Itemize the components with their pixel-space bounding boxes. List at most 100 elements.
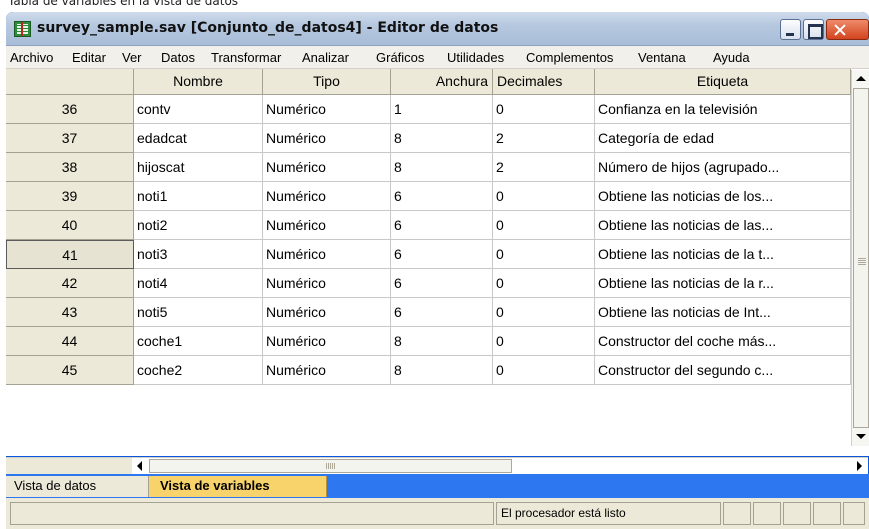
cell-nombre[interactable]: hijoscat [134,153,263,182]
cell-anchura[interactable]: 1 [391,95,493,124]
cell-tipo[interactable]: Numérico [263,182,391,211]
menu-ventana[interactable]: Ventana [638,50,686,65]
row-number[interactable]: 41 [6,240,134,269]
cell-etiqueta[interactable]: Constructor del coche más... [595,327,851,356]
cell-anchura[interactable]: 6 [391,269,493,298]
cell-anchura[interactable]: 6 [391,298,493,327]
row-number[interactable]: 45 [6,356,134,385]
row-number[interactable]: 40 [6,211,134,240]
cell-tipo[interactable]: Numérico [263,298,391,327]
cell-tipo[interactable]: Numérico [263,240,391,269]
cell-anchura[interactable]: 8 [391,356,493,385]
cell-etiqueta[interactable]: Confianza en la televisión [595,95,851,124]
cell-anchura[interactable]: 8 [391,153,493,182]
column-header-decimales[interactable]: Decimales [493,69,595,95]
close-button[interactable] [826,19,869,40]
column-header-nombre[interactable]: Nombre [134,69,263,95]
cell-anchura[interactable]: 6 [391,240,493,269]
cell-tipo[interactable]: Numérico [263,124,391,153]
cell-anchura[interactable]: 8 [391,327,493,356]
row-number[interactable]: 38 [6,153,134,182]
cell-tipo[interactable]: Numérico [263,356,391,385]
scroll-up-arrow-icon[interactable] [853,71,869,87]
cell-nombre[interactable]: noti3 [134,240,263,269]
cell-tipo[interactable]: Numérico [263,95,391,124]
variable-grid: Nombre Tipo Anchura Decimales Etiqueta 3… [6,69,869,456]
cell-anchura[interactable]: 6 [391,211,493,240]
cell-decimales[interactable]: 0 [493,327,595,356]
menu-transformar[interactable]: Transformar [211,50,281,65]
cell-decimales[interactable]: 0 [493,356,595,385]
status-pane-3 [783,502,811,525]
corner-header[interactable] [6,69,134,95]
scroll-right-arrow-icon[interactable] [852,459,866,473]
horizontal-scrollbar[interactable] [132,457,868,474]
cell-tipo[interactable]: Numérico [263,211,391,240]
menu-ayuda[interactable]: Ayuda [713,50,750,65]
horizontal-scroll-thumb[interactable] [149,459,512,473]
menu-editar[interactable]: Editar [72,50,106,65]
cell-tipo[interactable]: Numérico [263,153,391,182]
status-pane-2 [753,502,781,525]
cell-anchura[interactable]: 8 [391,124,493,153]
column-header-etiqueta[interactable]: Etiqueta [595,69,851,95]
column-header-tipo[interactable]: Tipo [263,69,391,95]
cell-etiqueta[interactable]: Obtiene las noticias de las... [595,211,851,240]
horizontal-scroll-spacer [6,457,132,474]
menu-analizar[interactable]: Analizar [302,50,349,65]
grip-icon [858,257,866,265]
status-pane-4 [813,502,841,525]
cell-nombre[interactable]: noti2 [134,211,263,240]
menu-complementos[interactable]: Complementos [526,50,613,65]
cell-etiqueta[interactable]: Obtiene las noticias de los... [595,182,851,211]
cell-nombre[interactable]: noti5 [134,298,263,327]
cell-tipo[interactable]: Numérico [263,327,391,356]
tab-vista-de-datos[interactable]: Vista de datos [6,476,149,497]
maximize-button[interactable] [803,19,824,40]
cell-nombre[interactable]: contv [134,95,263,124]
cell-nombre[interactable]: noti4 [134,269,263,298]
cell-decimales[interactable]: 0 [493,211,595,240]
scroll-down-arrow-icon[interactable] [853,428,869,444]
cell-decimales[interactable]: 2 [493,153,595,182]
menu-ver[interactable]: Ver [122,50,142,65]
status-pane-processor: El procesador está listo [496,502,721,525]
menu-datos[interactable]: Datos [161,50,195,65]
cell-nombre[interactable]: noti1 [134,182,263,211]
cell-tipo[interactable]: Numérico [263,269,391,298]
cell-nombre[interactable]: edadcat [134,124,263,153]
scroll-left-arrow-icon[interactable] [134,459,148,473]
vertical-scrollbar[interactable] [851,70,869,446]
row-number[interactable]: 44 [6,327,134,356]
cell-etiqueta[interactable]: Constructor del segundo c... [595,356,851,385]
cell-nombre[interactable]: coche2 [134,356,263,385]
cell-decimales[interactable]: 2 [493,124,595,153]
row-number[interactable]: 39 [6,182,134,211]
title-bar[interactable]: survey_sample.sav [Conjunto_de_datos4] -… [6,12,869,46]
column-header-anchura[interactable]: Anchura [391,69,493,95]
row-number[interactable]: 36 [6,95,134,124]
cell-etiqueta[interactable]: Obtiene las noticias de la r... [595,269,851,298]
menu-archivo[interactable]: Archivo [10,50,53,65]
row-number[interactable]: 37 [6,124,134,153]
cell-etiqueta[interactable]: Obtiene las noticias de la t... [595,240,851,269]
minimize-button[interactable] [780,19,801,40]
cell-etiqueta[interactable]: Número de hijos (agrupado... [595,153,851,182]
menu-graficos[interactable]: Gráficos [376,50,424,65]
cell-decimales[interactable]: 0 [493,269,595,298]
cell-etiqueta[interactable]: Obtiene las noticias de Int... [595,298,851,327]
cell-decimales[interactable]: 0 [493,95,595,124]
cell-decimales[interactable]: 0 [493,298,595,327]
view-tab-bar: Vista de datos Vista de variables [6,474,869,498]
cell-anchura[interactable]: 6 [391,182,493,211]
row-number[interactable]: 42 [6,269,134,298]
cell-nombre[interactable]: coche1 [134,327,263,356]
cell-decimales[interactable]: 0 [493,182,595,211]
menu-utilidades[interactable]: Utilidades [447,50,504,65]
cell-decimales[interactable]: 0 [493,240,595,269]
vertical-scroll-thumb[interactable] [853,88,869,428]
tab-vista-de-variables[interactable]: Vista de variables [149,476,327,497]
spss-data-editor-icon[interactable] [14,21,31,37]
row-number[interactable]: 43 [6,298,134,327]
cell-etiqueta[interactable]: Categoría de edad [595,124,851,153]
